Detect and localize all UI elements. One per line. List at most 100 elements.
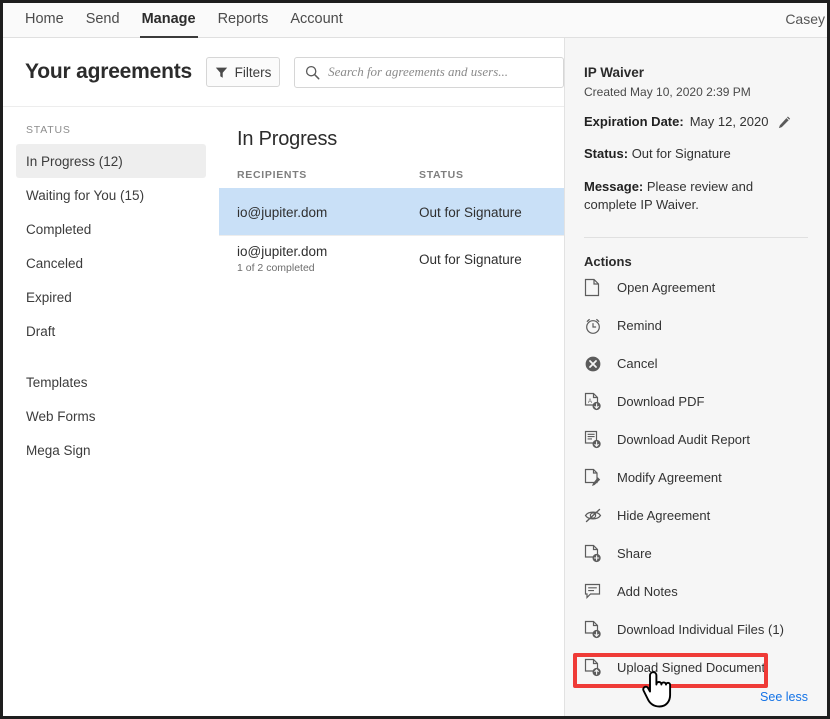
nav-item-manage[interactable]: Manage <box>142 11 196 30</box>
sidebar-item-label: Expired <box>26 290 72 305</box>
row-recipient-cell: io@jupiter.dom 1 of 2 completed <box>237 244 419 274</box>
action-label: Download Individual Files (1) <box>617 622 784 637</box>
download-pdf-icon: A <box>584 392 608 411</box>
sidebar-item-waiting-for-you[interactable]: Waiting for You (15) <box>16 178 206 212</box>
see-less-link[interactable]: See less <box>760 690 808 704</box>
sidebar-item-label: Draft <box>26 324 55 339</box>
sidebar-item-completed[interactable]: Completed <box>16 212 206 246</box>
sidebar-item-label: Completed <box>26 222 91 237</box>
download-report-icon <box>584 430 608 449</box>
filters-label: Filters <box>235 65 272 80</box>
sidebar-heading-status: STATUS <box>26 124 219 136</box>
edit-document-icon <box>584 468 608 487</box>
action-label: Cancel <box>617 356 657 371</box>
message-label: Message: <box>584 179 643 194</box>
note-bubble-icon <box>584 583 608 600</box>
status-sidebar: STATUS In Progress (12) Waiting for You … <box>3 106 219 716</box>
action-label: Hide Agreement <box>617 508 710 523</box>
search-input[interactable]: Search for agreements and users... <box>294 57 564 88</box>
eye-slash-icon <box>584 507 608 524</box>
sidebar-item-expired[interactable]: Expired <box>16 280 206 314</box>
action-add-notes[interactable]: Add Notes <box>584 573 827 611</box>
action-download-pdf[interactable]: A Download PDF <box>584 383 827 421</box>
agreement-list-panel: In Progress RECIPIENTS STATUS io@jupiter… <box>219 106 564 716</box>
nav-item-home[interactable]: Home <box>25 11 64 30</box>
user-account-menu[interactable]: Casey <box>785 11 827 27</box>
action-share[interactable]: Share <box>584 535 827 573</box>
table-row[interactable]: io@jupiter.dom 1 of 2 completed Out for … <box>219 235 564 282</box>
status-value: Out for Signature <box>632 146 731 161</box>
action-label: Modify Agreement <box>617 470 722 485</box>
action-label: Download Audit Report <box>617 432 750 447</box>
search-input-placeholder: Search for agreements and users... <box>328 64 508 80</box>
filters-button[interactable]: Filters <box>206 57 280 87</box>
row-status-cell: Out for Signature <box>419 205 522 220</box>
action-upload-signed-document[interactable]: Upload Signed Document <box>584 649 827 687</box>
recipient-progress-text: 1 of 2 completed <box>237 262 419 274</box>
status-label: Status: <box>584 146 628 161</box>
action-remind[interactable]: Remind <box>584 307 827 345</box>
sidebar-item-label: Waiting for You (15) <box>26 188 144 203</box>
action-label: Open Agreement <box>617 280 715 295</box>
nav-item-send[interactable]: Send <box>86 11 120 30</box>
row-status-cell: Out for Signature <box>419 252 522 267</box>
recipient-email: io@jupiter.dom <box>237 244 419 259</box>
funnel-icon <box>215 66 228 79</box>
panel-divider <box>584 237 808 238</box>
status-row: Status: Out for Signature <box>584 145 827 163</box>
action-cancel[interactable]: Cancel <box>584 345 827 383</box>
sidebar-item-templates[interactable]: Templates <box>16 365 206 399</box>
action-open-agreement[interactable]: Open Agreement <box>584 269 827 307</box>
alarm-clock-icon <box>584 317 608 335</box>
agreement-title: IP Waiver <box>584 65 827 80</box>
action-label: Upload Signed Document <box>617 660 765 675</box>
agreement-created-date: Created May 10, 2020 2:39 PM <box>584 85 827 99</box>
message-row: Message: Please review and complete IP W… <box>584 178 827 215</box>
action-label: Download PDF <box>617 394 704 409</box>
sidebar-item-web-forms[interactable]: Web Forms <box>16 399 206 433</box>
action-modify-agreement[interactable]: Modify Agreement <box>584 459 827 497</box>
sidebar-item-canceled[interactable]: Canceled <box>16 246 206 280</box>
application-window: Home Send Manage Reports Account Casey Y… <box>0 0 830 719</box>
action-label: Remind <box>617 318 662 333</box>
sidebar-item-label: Web Forms <box>26 409 96 424</box>
column-header-status: STATUS <box>419 169 464 181</box>
expiration-date-value: May 12, 2020 <box>690 113 769 131</box>
pencil-icon[interactable] <box>777 115 792 130</box>
sidebar-item-draft[interactable]: Draft <box>16 314 206 348</box>
page-title: Your agreements <box>25 60 192 84</box>
sidebar-item-mega-sign[interactable]: Mega Sign <box>16 433 206 467</box>
table-row[interactable]: io@jupiter.dom Out for Signature <box>219 188 564 235</box>
list-title: In Progress <box>237 128 564 151</box>
row-recipient-cell: io@jupiter.dom <box>237 205 419 220</box>
nav-item-reports[interactable]: Reports <box>218 11 269 30</box>
upload-document-icon <box>584 658 608 677</box>
sidebar-item-label: Canceled <box>26 256 83 271</box>
svg-text:A: A <box>588 399 592 405</box>
action-download-individual-files[interactable]: Download Individual Files (1) <box>584 611 827 649</box>
cancel-circle-icon <box>584 355 608 373</box>
page-header: Your agreements Filters Search for agree… <box>3 38 564 106</box>
actions-heading: Actions <box>584 254 827 269</box>
document-icon <box>584 278 608 297</box>
sidebar-item-label: Mega Sign <box>26 443 91 458</box>
action-download-audit-report[interactable]: Download Audit Report <box>584 421 827 459</box>
agreement-detail-panel: IP Waiver Created May 10, 2020 2:39 PM E… <box>564 38 827 716</box>
nav-item-account[interactable]: Account <box>290 11 342 30</box>
action-label: Add Notes <box>617 584 678 599</box>
action-label: Share <box>617 546 652 561</box>
action-hide-agreement[interactable]: Hide Agreement <box>584 497 827 535</box>
expiration-date-label: Expiration Date: <box>584 113 684 131</box>
clipped-bottom-text <box>3 715 827 719</box>
top-navigation-bar: Home Send Manage Reports Account Casey <box>3 3 827 38</box>
search-icon <box>305 65 320 80</box>
sidebar-item-label: In Progress (12) <box>26 154 123 169</box>
list-column-headers: RECIPIENTS STATUS <box>219 169 564 188</box>
share-document-icon <box>584 544 608 563</box>
download-files-icon <box>584 620 608 639</box>
sidebar-item-label: Templates <box>26 375 88 390</box>
recipient-email: io@jupiter.dom <box>237 205 419 220</box>
sidebar-item-in-progress[interactable]: In Progress (12) <box>16 144 206 178</box>
sidebar-divider-gap <box>3 348 219 365</box>
expiration-date-row: Expiration Date: May 12, 2020 <box>584 113 827 131</box>
